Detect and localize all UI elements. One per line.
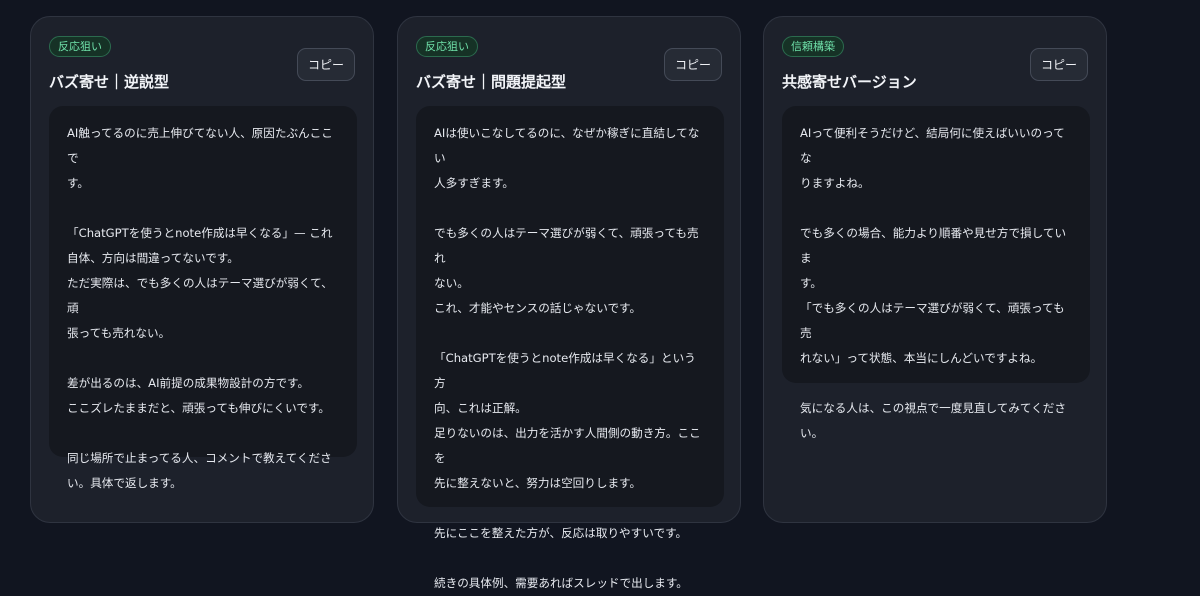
card-title: 共感寄せバージョン xyxy=(782,73,917,91)
post-text-box: AI触ってるのに売上伸びてない人、原因たぶんここで す。 「ChatGPTを使う… xyxy=(49,106,357,490)
card-title: バズ寄せ｜問題提起型 xyxy=(416,73,567,91)
post-paragraph: 差が出るのは、AI前提の成果物設計の方です。 ここズレたままだと、頑張っても伸び… xyxy=(67,376,330,415)
post-paragraph: 先にここを整えた方が、反応は取りやすいです。 xyxy=(434,526,688,540)
post-paragraph: でも多くの人はテーマ選びが弱くて、頑張っても売れ ない。 これ、才能やセンスの話… xyxy=(434,226,699,315)
post-variant-card-2: 反応狙い バズ寄せ｜問題提起型 コピー AIは使いこなしてるのに、なぜか稼ぎに直… xyxy=(397,16,741,590)
post-variant-card-3: 信頼構築 共感寄せバージョン コピー AIって便利そうだけど、結局何に使えばいい… xyxy=(763,16,1107,523)
post-text-box: AIは使いこなしてるのに、なぜか稼ぎに直結してない 人多すぎます。 でも多くの人… xyxy=(416,106,724,590)
copy-button[interactable]: コピー xyxy=(1030,48,1088,81)
post-paragraph: 続きの具体例、需要あればスレッドで出します。 xyxy=(434,576,688,590)
post-paragraph: 同じ場所で止まってる人、コメントで教えてくださ い。具体で返します。 xyxy=(67,451,332,490)
copy-button[interactable]: コピー xyxy=(664,48,722,81)
post-paragraph: 気になる人は、この視点で一度見直してみてくださ い。 xyxy=(800,401,1066,440)
category-badge: 信頼構築 xyxy=(782,36,844,57)
post-paragraph: 「ChatGPTを使うとnote作成は早くなる」— これ 自体、方向は間違ってな… xyxy=(67,226,333,340)
post-paragraph: 「ChatGPTを使うとnote作成は早くなる」という方 向、これは正解。 足り… xyxy=(434,351,701,490)
card-title: バズ寄せ｜逆説型 xyxy=(49,73,170,91)
category-badge: 反応狙い xyxy=(416,36,478,57)
post-paragraph: AIは使いこなしてるのに、なぜか稼ぎに直結してない 人多すぎます。 xyxy=(434,126,700,190)
copy-button[interactable]: コピー xyxy=(297,48,355,81)
category-badge: 反応狙い xyxy=(49,36,111,57)
post-paragraph: AI触ってるのに売上伸びてない人、原因たぶんここで す。 xyxy=(67,126,333,190)
post-paragraph: でも多くの場合、能力より順番や見せ方で損していま す。 「でも多くの人はテーマ選… xyxy=(800,226,1067,365)
post-variant-card-1: 反応狙い バズ寄せ｜逆説型 コピー AI触ってるのに売上伸びてない人、原因たぶん… xyxy=(30,16,374,523)
post-paragraph: AIって便利そうだけど、結局何に使えばいいのってな りますよね。 xyxy=(800,126,1065,190)
post-text-box: AIって便利そうだけど、結局何に使えばいいのってな りますよね。 でも多くの場合… xyxy=(782,106,1090,440)
